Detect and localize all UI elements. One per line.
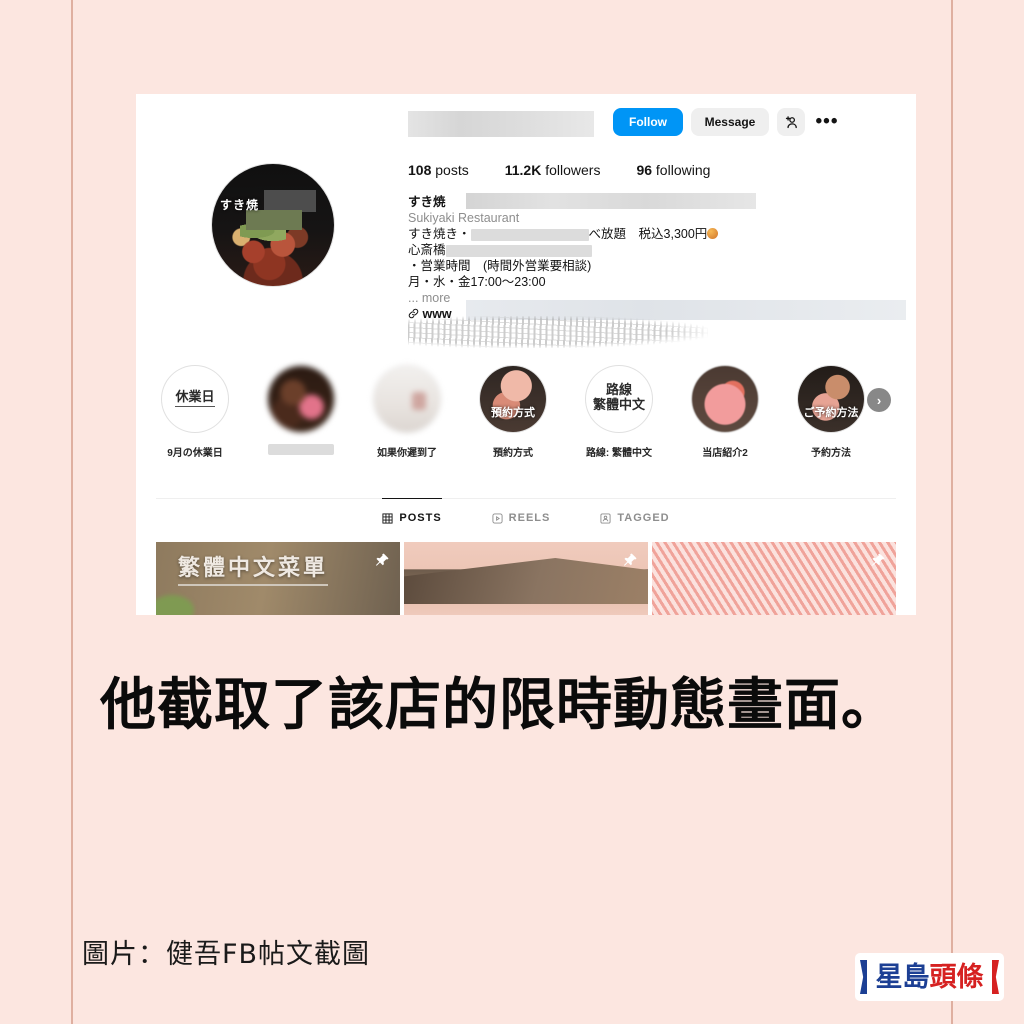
avatar-redaction-2 xyxy=(246,210,302,230)
highlight-cover-text: 預約方式 xyxy=(491,406,535,419)
logo-left-bracket xyxy=(860,960,867,994)
stat-following[interactable]: 96 following xyxy=(636,162,710,178)
instagram-profile-screenshot: すき焼 Follow Message ••• 108 posts 11.2K f… xyxy=(136,94,916,615)
highlight-cover xyxy=(692,366,758,432)
guide-line-right xyxy=(951,0,953,1024)
pinned-post-icon xyxy=(623,553,637,566)
profile-stats: 108 posts 11.2K followers 96 following xyxy=(408,162,710,178)
stat-posts-label: posts xyxy=(435,162,469,178)
follow-button[interactable]: Follow xyxy=(613,108,683,136)
bio-category: Sukiyaki Restaurant xyxy=(408,211,520,225)
tab-reels-label: REELS xyxy=(508,512,551,524)
bio-line-4: 月・水・金17:00〜23:00 xyxy=(408,275,546,289)
guide-line-left xyxy=(71,0,73,1024)
profile-header: すき焼 Follow Message ••• 108 posts 11.2K f… xyxy=(136,94,916,364)
highlight-label: 預約方式 xyxy=(493,448,533,459)
stat-following-value: 96 xyxy=(636,162,653,178)
profile-tabs: POSTS REELS TAGGED xyxy=(136,498,916,538)
bio-line-1-suffix: べ放題 税込3,300円 xyxy=(588,227,708,241)
pinned-post-icon xyxy=(871,553,885,566)
story-highlights: 休業日 9月の休業日 如果你遲到了 預約方式 預約方式 路線 繁體中文 路線: … xyxy=(136,366,916,481)
bio-smudge-redaction xyxy=(408,316,708,348)
highlight-late[interactable]: 如果你遲到了 xyxy=(366,366,448,459)
stat-followers[interactable]: 11.2K followers xyxy=(505,162,601,178)
highlight-cover-text: 路線 繁體中文 xyxy=(592,383,645,413)
add-person-icon[interactable] xyxy=(777,108,805,136)
avatar-text: すき焼 xyxy=(220,198,260,212)
tab-tagged-label: TAGGED xyxy=(617,512,670,524)
pinned-post-icon xyxy=(375,553,389,566)
highlight-reservation-cn[interactable]: 預約方式 預約方式 xyxy=(472,366,554,459)
post-marbled-beef[interactable] xyxy=(652,542,896,615)
highlight-cover xyxy=(268,366,334,432)
highlight-reservation-jp[interactable]: ご予約方法 予約方法 xyxy=(790,366,872,459)
stat-followers-value: 11.2K xyxy=(504,162,542,178)
stat-following-label: following xyxy=(655,162,711,178)
highlight-cover: 休業日 xyxy=(162,366,228,432)
stat-posts-value: 108 xyxy=(408,162,432,178)
sing-tao-logo: 星島 頭條 xyxy=(857,955,1002,999)
emoji-icon xyxy=(707,228,719,239)
caption-text: 他截取了該店的限時動態畫面。 xyxy=(100,673,898,738)
image-credit: 圖片：健吾FB帖文截圖 xyxy=(82,939,371,970)
bio-line-1: すき焼き・ べ放題 税込3,300円 xyxy=(408,226,848,242)
highlight-label: 予約方法 xyxy=(811,448,851,459)
post-menu-traditional-chinese[interactable]: 繁體中文菜單 xyxy=(156,542,400,615)
post-table-surface xyxy=(404,558,648,604)
stat-followers-label: followers xyxy=(545,162,601,178)
more-options-icon[interactable]: ••• xyxy=(812,108,842,136)
highlight-shop-intro-2[interactable]: 当店紹介2 xyxy=(684,366,766,459)
highlight-label: 9月の休業日 xyxy=(167,448,223,459)
message-button[interactable]: Message xyxy=(691,108,769,136)
bio-redaction-2 xyxy=(445,244,592,257)
highlight-kyugyobi[interactable]: 休業日 9月の休業日 xyxy=(154,366,236,459)
bio-line-2-prefix: 心斎橋 xyxy=(408,243,446,257)
tab-posts[interactable]: POSTS xyxy=(382,498,441,538)
highlight-cover-text: ご予約方法 xyxy=(803,406,859,419)
bio-line-2: 心斎橋 xyxy=(408,242,848,258)
highlight-label: 路線: 繁體中文 xyxy=(585,448,653,459)
highlight-label: 当店紹介2 xyxy=(702,448,748,459)
highlight-cover xyxy=(374,366,440,432)
highlight-cover: 路線 繁體中文 xyxy=(586,366,652,432)
post-grid: 繁體中文菜單 xyxy=(156,542,896,615)
post-table-photo[interactable] xyxy=(404,542,648,615)
avatar-redaction-1 xyxy=(264,190,316,212)
highlight-route-cn[interactable]: 路線 繁體中文 路線: 繁體中文 xyxy=(578,366,660,459)
bio-line-3: ・営業時間 (時間外営業要相談) xyxy=(408,259,592,273)
highlight-blurred[interactable] xyxy=(260,366,342,460)
chevron-right-icon[interactable]: › xyxy=(867,388,891,412)
post-garnish xyxy=(156,595,194,615)
logo-right-bracket xyxy=(992,960,999,994)
tab-posts-label: POSTS xyxy=(399,512,442,524)
highlight-cover: 預約方式 xyxy=(480,366,546,432)
logo-text-blue: 星島 xyxy=(875,961,930,993)
logo-text-red: 頭條 xyxy=(929,961,984,993)
highlight-label: 如果你遲到了 xyxy=(377,448,437,459)
highlight-cover-text: 休業日 xyxy=(175,390,215,408)
bio-line-1-prefix: すき焼き・ xyxy=(408,227,471,241)
tab-tagged[interactable]: TAGGED xyxy=(600,498,669,538)
tab-reels[interactable]: REELS xyxy=(492,498,551,538)
avatar[interactable]: すき焼 xyxy=(212,164,334,286)
highlight-cover: ご予約方法 xyxy=(798,366,864,432)
bio-redaction-1 xyxy=(470,228,589,241)
stat-posts[interactable]: 108 posts xyxy=(408,162,469,178)
post-overlay-text: 繁體中文菜單 xyxy=(178,550,329,586)
username-redacted xyxy=(408,111,594,137)
bio-name-redaction-bar xyxy=(466,193,756,209)
highlight-label-redacted xyxy=(268,444,334,455)
